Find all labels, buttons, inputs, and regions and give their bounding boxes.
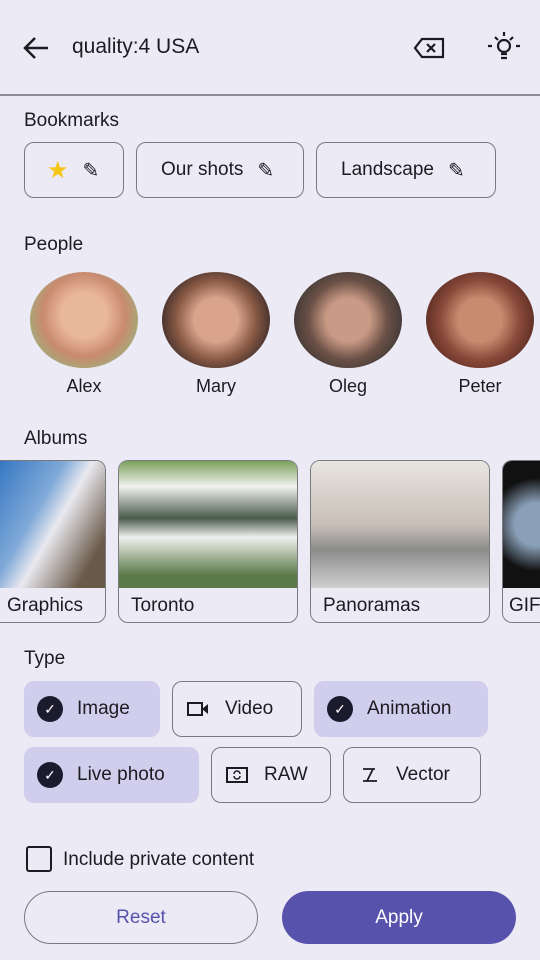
vector-icon (363, 768, 377, 782)
album-thumbnail (0, 461, 105, 588)
bookmark-label: Our shots (161, 159, 244, 180)
album-toronto[interactable]: Toronto (118, 460, 298, 623)
chip-label: Animation (367, 698, 452, 719)
bookmark-favorites[interactable]: ★ ✎ (24, 142, 124, 198)
search-input[interactable]: quality:4 USA (72, 35, 199, 59)
arrow-back-icon[interactable] (22, 35, 50, 61)
star-icon: ★ (47, 156, 69, 184)
type-raw[interactable]: RAW (211, 747, 331, 803)
check-icon: ✓ (37, 696, 63, 722)
videocam-icon (187, 702, 208, 716)
chip-label: Image (77, 698, 130, 719)
backspace-icon[interactable] (413, 37, 445, 59)
type-title: Type (24, 648, 66, 669)
person-oleg[interactable]: Oleg (294, 272, 402, 397)
album-name: Panoramas (323, 595, 421, 616)
bookmark-landscape[interactable]: Landscape ✎ (316, 142, 496, 198)
album-name: Graphics (7, 595, 84, 616)
album-thumbnail (503, 461, 540, 588)
album-thumbnail (119, 461, 297, 588)
person-name: Alex (66, 376, 102, 396)
type-live-photo[interactable]: ✓ Live photo (24, 747, 199, 803)
apply-button[interactable]: Apply (282, 891, 516, 944)
type-video[interactable]: Video (172, 681, 302, 737)
bookmarks-title: Bookmarks (24, 110, 120, 131)
album-graphics[interactable]: Graphics (0, 460, 106, 623)
edit-icon[interactable]: ✎ (448, 158, 465, 183)
edit-icon[interactable]: ✎ (257, 158, 274, 183)
album-panoramas[interactable]: Panoramas (310, 460, 490, 623)
person-mary[interactable]: Mary (162, 272, 270, 397)
albums-title: Albums (24, 428, 88, 449)
album-gif[interactable]: GIF (502, 460, 540, 623)
check-icon: ✓ (37, 762, 63, 788)
search-bar: quality:4 USA (0, 0, 540, 96)
chip-label: Video (225, 698, 274, 719)
album-name: Toronto (131, 595, 195, 616)
avatar (162, 272, 270, 368)
person-peter[interactable]: Peter (426, 272, 534, 397)
person-name: Oleg (328, 376, 368, 396)
people-title: People (24, 234, 84, 255)
type-image[interactable]: ✓ Image (24, 681, 160, 737)
bookmark-label: Landscape (341, 159, 434, 180)
type-vector[interactable]: Vector (343, 747, 481, 803)
album-thumbnail (311, 461, 489, 588)
edit-icon[interactable]: ✎ (83, 158, 100, 183)
person-name: Peter (458, 376, 502, 396)
chip-label: Vector (396, 764, 450, 785)
bookmark-our-shots[interactable]: Our shots ✎ (136, 142, 304, 198)
chip-label: RAW (264, 764, 308, 785)
type-animation[interactable]: ✓ Animation (314, 681, 488, 737)
person-alex[interactable]: Alex (30, 272, 138, 397)
avatar (30, 272, 138, 368)
chip-label: Live photo (77, 764, 165, 785)
reset-button[interactable]: Reset (24, 891, 258, 944)
lightbulb-icon[interactable] (486, 30, 522, 64)
check-icon: ✓ (327, 696, 353, 722)
avatar (294, 272, 402, 368)
private-content-label: Include private content (63, 849, 255, 870)
avatar (426, 272, 534, 368)
raw-icon (226, 767, 248, 783)
album-name: GIF (509, 595, 540, 616)
private-content-checkbox[interactable] (26, 846, 52, 872)
person-name: Mary (196, 376, 236, 396)
